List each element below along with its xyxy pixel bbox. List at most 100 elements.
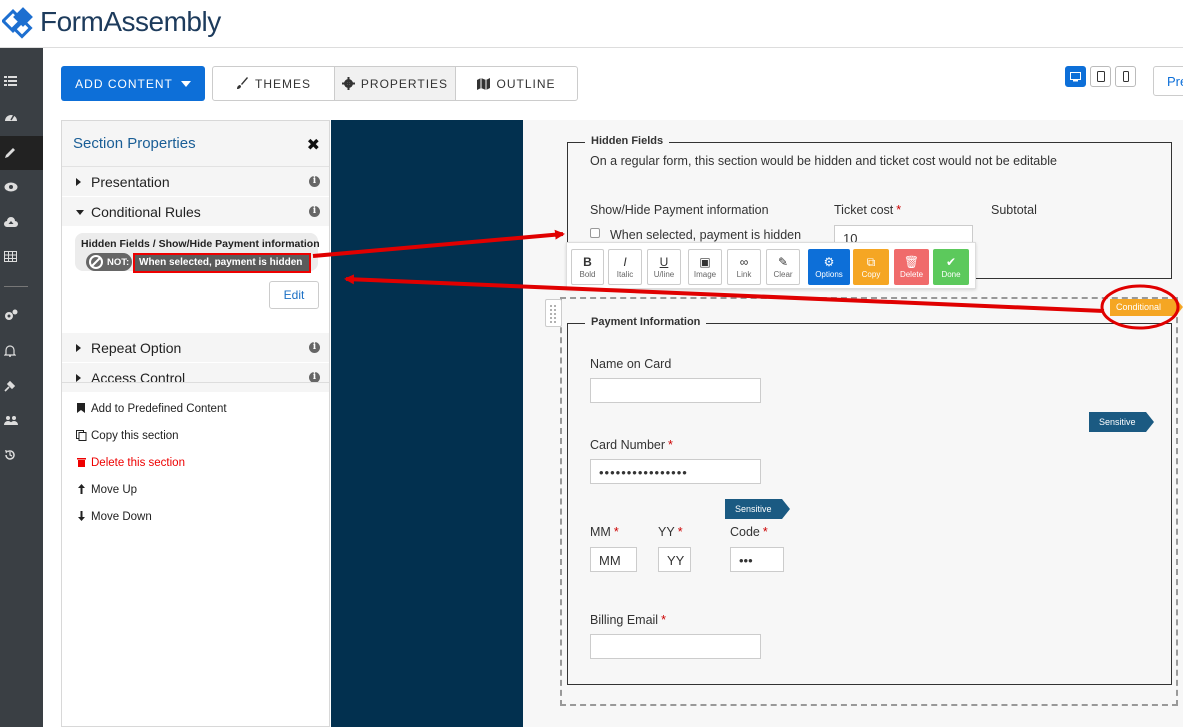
info-icon[interactable]: i — [309, 176, 320, 187]
edit-pencil-icon[interactable] — [0, 136, 43, 170]
brush-icon — [236, 77, 248, 89]
bold-icon: B — [583, 254, 592, 269]
code-input[interactable]: ••• — [730, 547, 784, 572]
rule-condition-text[interactable]: When selected, payment is hidden — [135, 255, 309, 271]
card-number-input[interactable]: •••••••••••••••• — [590, 459, 761, 484]
rte-delete-button[interactable]: 🗑 Delete — [894, 249, 929, 285]
code-text: Code — [730, 525, 760, 539]
close-icon[interactable]: ✖ — [307, 135, 320, 155]
preview-button[interactable]: Pre — [1153, 66, 1183, 96]
accordion-repeat-option[interactable]: Repeat Option i — [62, 333, 329, 363]
add-content-button[interactable]: ADD CONTENT — [61, 66, 205, 101]
bell-icon[interactable] — [0, 334, 43, 368]
section-properties-panel: Section Properties ✖ Presentation i Cond… — [61, 120, 330, 727]
rte-button-label: Options — [815, 269, 843, 279]
eye-icon[interactable] — [0, 170, 43, 204]
dashboard-icon[interactable] — [0, 100, 43, 134]
subtotal-label: Subtotal — [991, 203, 1037, 217]
sensitive-badge[interactable]: Sensitive — [725, 499, 790, 519]
tab-themes[interactable]: THEMES — [213, 67, 335, 100]
conditional-badge[interactable]: Conditional — [1110, 299, 1183, 316]
edit-rule-button[interactable]: Edit — [269, 281, 319, 309]
ban-icon — [89, 255, 103, 269]
rte-options-button[interactable]: ⚙ Options — [808, 249, 850, 285]
rte-done-button[interactable]: ✔ Done — [933, 249, 969, 285]
plug-icon[interactable] — [0, 369, 43, 403]
theme-sidebar — [331, 120, 523, 727]
formassembly-logo-icon — [0, 4, 38, 40]
drag-handle-icon[interactable] — [545, 299, 562, 327]
mm-text: MM — [590, 525, 611, 539]
rte-bold-button[interactable]: B Bold — [571, 249, 604, 285]
mm-input[interactable]: MM — [590, 547, 637, 572]
list-icon[interactable] — [0, 64, 43, 98]
yy-text: YY — [658, 525, 675, 539]
info-icon[interactable]: i — [309, 342, 320, 353]
name-on-card-input[interactable] — [590, 378, 761, 403]
desktop-view-button[interactable] — [1065, 66, 1086, 87]
rule-not-label: NOT: — [107, 256, 130, 268]
info-icon[interactable]: i — [309, 206, 320, 217]
hidden-fields-note: On a regular form, this section would be… — [590, 154, 1057, 168]
rte-copy-button[interactable]: ⧉ Copy — [853, 249, 889, 285]
mobile-view-button[interactable] — [1115, 66, 1136, 87]
bookmark-icon — [75, 403, 87, 413]
copy-section-link[interactable]: Copy this section — [62, 430, 329, 457]
delete-section-link[interactable]: Delete this section — [62, 457, 329, 484]
app-header: FormAssembly — [0, 0, 1183, 48]
image-icon: ▣ — [699, 254, 711, 269]
rte-italic-button[interactable]: I Italic — [608, 249, 642, 285]
table-icon[interactable] — [0, 239, 43, 273]
rich-text-toolbar: B Bold I Italic U U/line ▣ Image ∞ Link ✎ Clear ⚙ Opt… — [566, 242, 976, 289]
mm-label: MM * — [590, 525, 619, 539]
caret-down-icon — [180, 80, 191, 87]
checkbox-label[interactable]: When selected, payment is hidden — [610, 228, 801, 242]
required-mark: * — [896, 203, 902, 217]
tab-outline[interactable]: OUTLINE — [456, 67, 577, 100]
action-label: Move Up — [91, 484, 138, 496]
move-down-link[interactable]: Move Down — [62, 511, 329, 538]
rule-not-badge: NOT: — [86, 253, 133, 271]
move-up-link[interactable]: Move Up — [62, 484, 329, 511]
left-nav — [0, 48, 43, 727]
logo-text: FormAssembly — [40, 6, 221, 37]
cloud-upload-icon[interactable] — [0, 205, 43, 239]
tab-properties-label: PROPERTIES — [360, 76, 449, 91]
yy-input[interactable]: YY — [658, 547, 691, 572]
caret-right-icon — [76, 374, 81, 382]
sensitive-badge[interactable]: Sensitive — [1089, 412, 1154, 432]
panel-header: Section Properties ✖ — [62, 121, 329, 167]
tablet-icon — [1096, 71, 1105, 82]
add-to-predefined-content-link[interactable]: Add to Predefined Content — [62, 403, 329, 430]
billing-email-input[interactable] — [590, 634, 761, 659]
tab-themes-label: THEMES — [254, 76, 311, 91]
rte-image-button[interactable]: ▣ Image — [688, 249, 722, 285]
rte-button-label: U/line — [653, 269, 675, 279]
accordion-presentation[interactable]: Presentation i — [62, 167, 329, 197]
rte-uline-button[interactable]: U U/line — [647, 249, 681, 285]
hidden-fields-legend: Hidden Fields — [585, 135, 670, 147]
rte-clear-button[interactable]: ✎ Clear — [766, 249, 800, 285]
users-icon[interactable] — [0, 403, 43, 437]
required-mark: * — [661, 613, 666, 627]
editor-tabs: THEMES PROPERTIES OUTLINE — [212, 66, 578, 101]
settings-icon[interactable] — [0, 298, 43, 332]
accordion-conditional-rules[interactable]: Conditional Rules i — [62, 197, 329, 227]
tablet-view-button[interactable] — [1090, 66, 1111, 87]
card-number-text: Card Number — [590, 438, 666, 452]
rte-button-label: Clear — [773, 269, 793, 279]
required-mark: * — [762, 525, 768, 539]
map-icon — [477, 77, 491, 90]
tab-properties[interactable]: PROPERTIES — [335, 67, 456, 100]
name-on-card-label: Name on Card — [590, 357, 672, 371]
payment-legend: Payment Information — [585, 316, 707, 328]
required-mark: * — [613, 525, 619, 539]
rte-link-button[interactable]: ∞ Link — [727, 249, 761, 285]
accordion-label: Repeat Option — [91, 340, 182, 356]
section-actions: Add to Predefined Content Copy this sect… — [62, 382, 329, 538]
required-mark: * — [677, 525, 683, 539]
history-icon[interactable] — [0, 438, 43, 472]
payment-hidden-checkbox[interactable] — [590, 228, 600, 238]
gear-icon — [341, 77, 355, 90]
logo[interactable]: FormAssembly — [0, 4, 221, 40]
